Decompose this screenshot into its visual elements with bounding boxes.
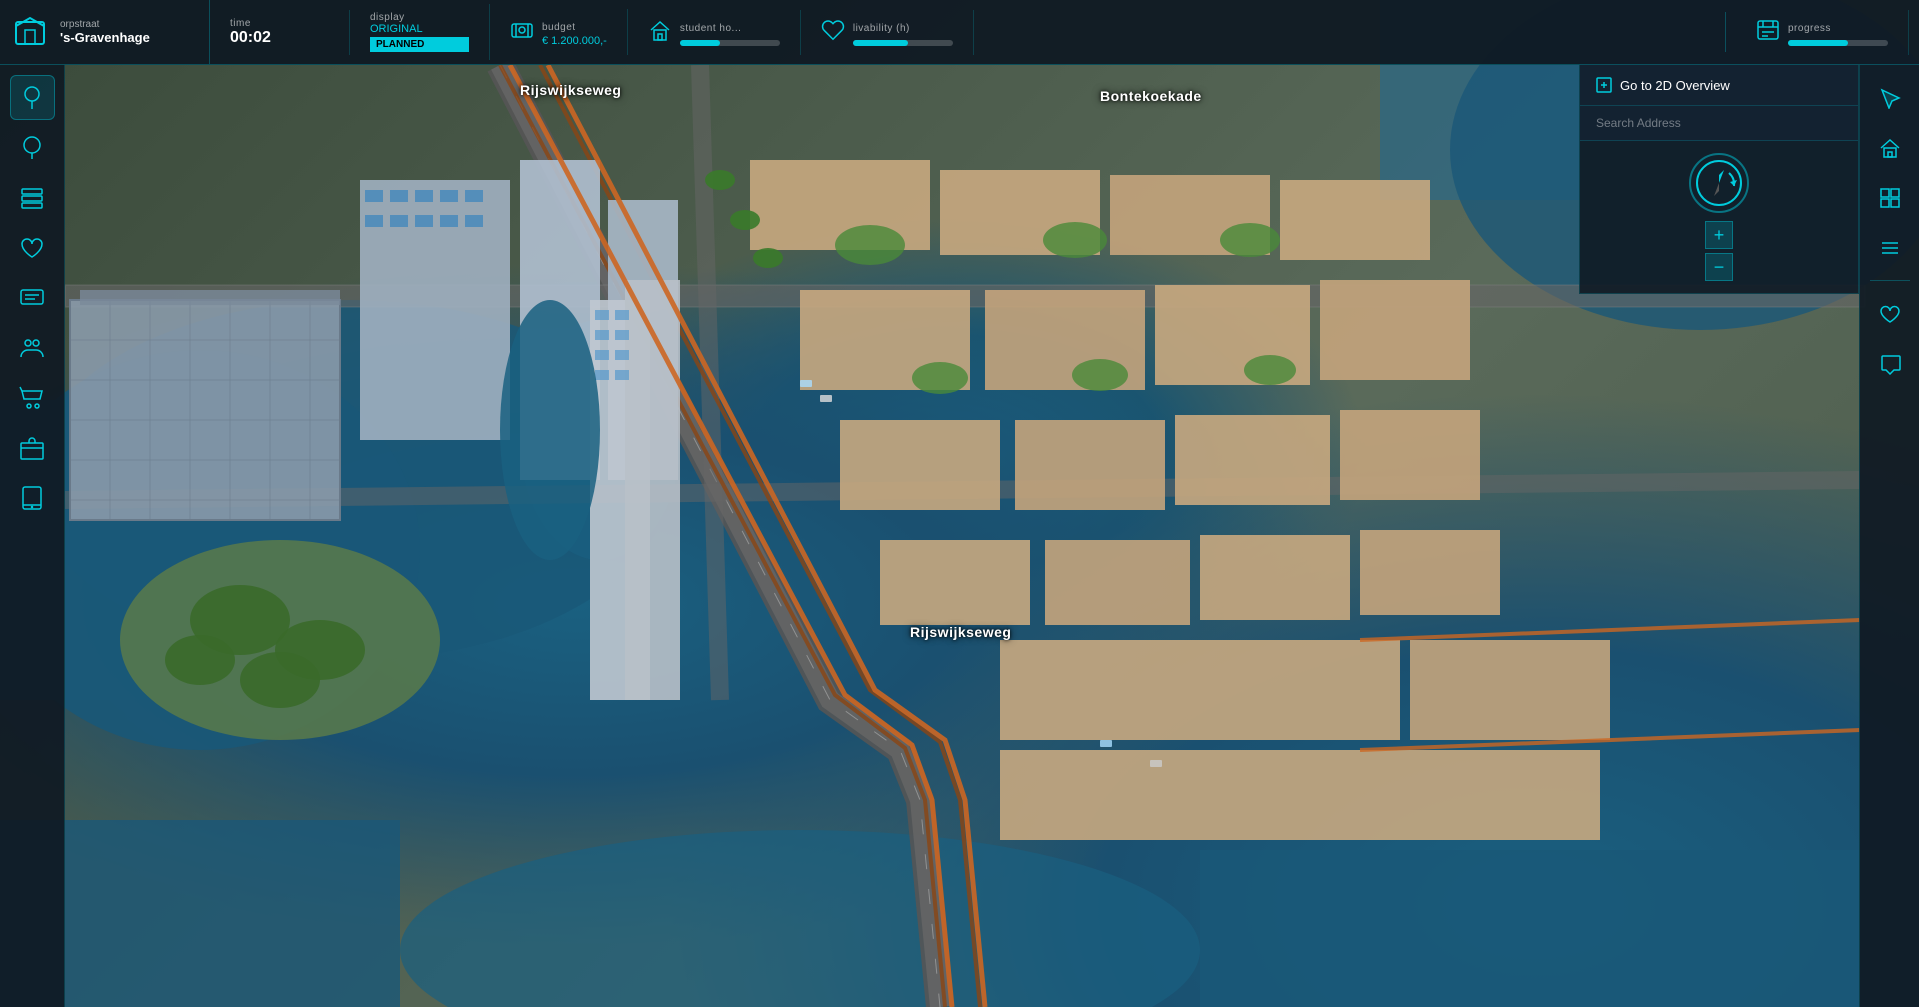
right-tool-grid[interactable]	[1867, 175, 1912, 220]
right-tool-chat[interactable]	[1867, 341, 1912, 386]
budget-value: € 1.200.000,-	[542, 35, 607, 47]
right-tools-panel	[1859, 65, 1919, 1007]
zoom-controls: + −	[1705, 221, 1733, 281]
progress-info: progress	[1788, 18, 1888, 46]
city-logo-icon	[10, 12, 50, 52]
go-2d-label: Go to 2D Overview	[1620, 78, 1730, 93]
livability-info: livability (h)	[853, 18, 953, 46]
livability-progress-fill	[853, 40, 908, 46]
progress-fill	[1788, 40, 1848, 46]
budget-info: budget € 1.200.000,-	[542, 17, 607, 47]
sidebar-item-heart[interactable]	[10, 225, 55, 270]
sidebar-item-box[interactable]	[10, 425, 55, 470]
header-divider	[1725, 12, 1726, 52]
livability-progress-bar	[853, 40, 953, 46]
right-tool-heart[interactable]	[1867, 291, 1912, 336]
student-housing-section: student ho...	[628, 10, 801, 55]
right-tool-list[interactable]	[1867, 225, 1912, 270]
livability-label: livability (h)	[853, 23, 910, 34]
student-housing-progress-bar	[680, 40, 780, 46]
sidebar-item-park[interactable]	[10, 125, 55, 170]
zoom-out-button[interactable]: −	[1705, 253, 1733, 281]
right-panel-divider	[1870, 280, 1910, 281]
go-2d-button[interactable]: Go to 2D Overview	[1580, 65, 1858, 106]
sidebar-item-shop[interactable]	[10, 375, 55, 420]
city-name: 's-Gravenhage	[60, 30, 150, 45]
city-text: orpstraat 's-Gravenhage	[60, 19, 150, 45]
time-section: time 00:02	[210, 10, 350, 55]
livability-section: livability (h)	[801, 10, 974, 55]
zoom-in-button[interactable]: +	[1705, 221, 1733, 249]
compass-area: + −	[1580, 141, 1858, 293]
sidebar-item-tablet[interactable]	[10, 475, 55, 520]
display-original: ORIGINAL	[370, 23, 469, 35]
student-housing-info: student ho...	[680, 18, 780, 46]
progress-bar	[1788, 40, 1888, 46]
sidebar	[0, 65, 65, 1007]
livability-icon	[821, 18, 845, 47]
student-housing-progress-fill	[680, 40, 720, 46]
top-right-panel: Go to 2D Overview + −	[1579, 65, 1859, 294]
progress-icon	[1756, 18, 1780, 47]
budget-icon	[510, 18, 534, 47]
sidebar-item-tree[interactable]	[10, 75, 55, 120]
city-info: orpstraat 's-Gravenhage	[10, 0, 210, 64]
display-label: display	[370, 12, 469, 23]
sidebar-item-message[interactable]	[10, 275, 55, 320]
sidebar-item-layers[interactable]	[10, 175, 55, 220]
time-label: time	[230, 18, 329, 29]
student-housing-icon	[648, 18, 672, 47]
display-section: display ORIGINAL PLANNED	[350, 4, 490, 60]
street-name: orpstraat	[60, 19, 150, 30]
right-tool-home[interactable]	[1867, 125, 1912, 170]
compass-control[interactable]	[1689, 153, 1749, 213]
budget-label: budget	[542, 22, 576, 33]
budget-section: budget € 1.200.000,-	[490, 9, 628, 55]
display-planned-badge[interactable]: PLANNED	[370, 37, 469, 52]
progress-label: progress	[1788, 23, 1831, 34]
time-value: 00:02	[230, 29, 329, 47]
search-address-input[interactable]	[1580, 106, 1858, 141]
sidebar-item-persons[interactable]	[10, 325, 55, 370]
student-housing-label: student ho...	[680, 23, 742, 34]
progress-section: progress	[1736, 10, 1909, 55]
right-tool-cursor[interactable]	[1867, 75, 1912, 120]
header: orpstraat 's-Gravenhage time 00:02 displ…	[0, 0, 1919, 65]
